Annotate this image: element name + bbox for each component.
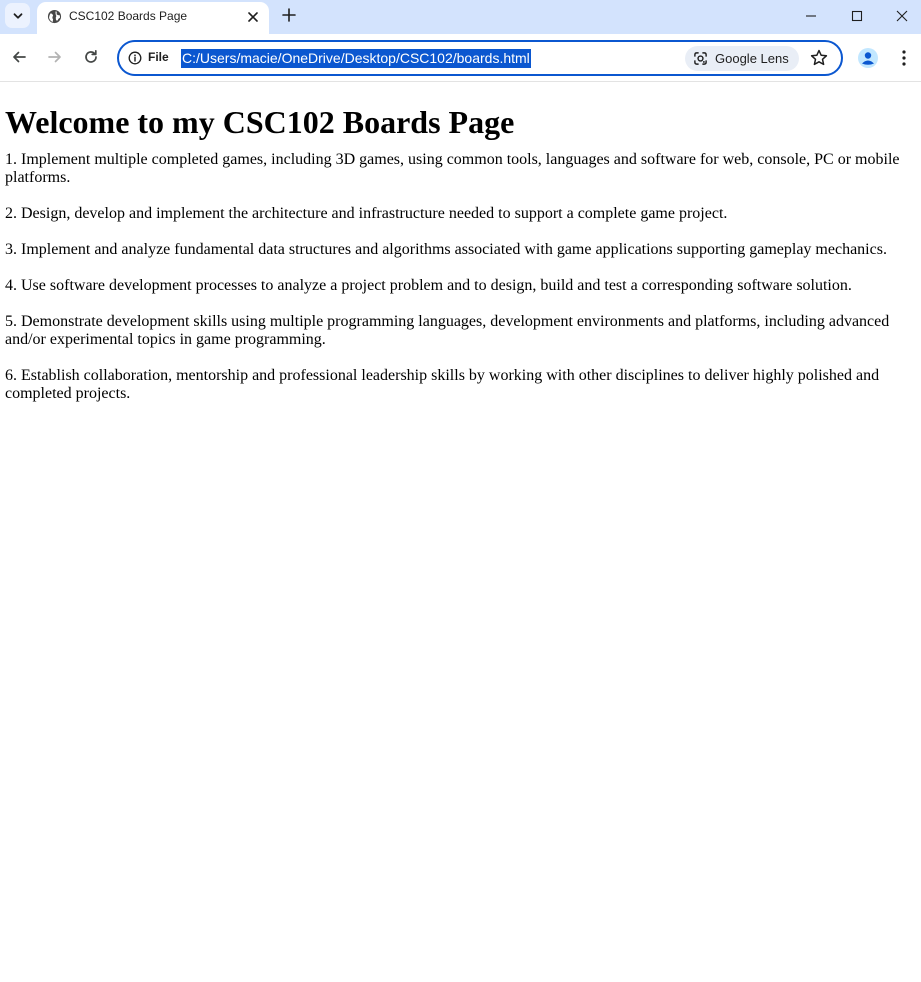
objective-item-1: 1. Implement multiple completed games, i… [5,151,900,186]
toolbar: File C:/Users/macie/OneDrive/Desktop/CSC… [0,34,921,82]
close-icon[interactable] [245,9,261,25]
google-lens-label: Google Lens [715,51,789,66]
maximize-icon [851,10,863,22]
address-bar[interactable]: File C:/Users/macie/OneDrive/Desktop/CSC… [117,40,843,76]
kebab-menu-icon[interactable] [894,47,914,69]
scheme-label: File [148,50,169,64]
window-close-icon [896,10,908,22]
page-heading: Welcome to my CSC102 Boards Page [5,104,515,140]
globe-icon [47,9,62,24]
forward-button[interactable] [44,46,66,68]
lens-icon [694,52,707,65]
forward-arrow-icon [48,51,61,63]
profile-icon[interactable] [857,47,879,69]
back-arrow-icon [13,51,26,63]
reload-button[interactable] [80,46,102,68]
objective-item-5: 5. Demonstrate development skills using … [5,313,890,348]
plus-icon[interactable] [280,6,298,24]
back-button[interactable] [8,46,30,68]
chevron-down-icon [13,12,22,19]
window-close-button[interactable] [879,0,921,32]
tab-strip: CSC102 Boards Page [0,0,921,34]
objective-item-4: 4. Use software development processes to… [5,277,852,294]
star-icon[interactable] [809,48,829,68]
info-icon[interactable] [128,51,142,65]
google-lens-button[interactable]: Google Lens [685,46,799,71]
objective-item-3: 3. Implement and analyze fundamental dat… [5,241,887,258]
objective-item-2: 2. Design, develop and implement the arc… [5,205,728,222]
maximize-button[interactable] [834,0,880,32]
minimize-button[interactable] [788,0,834,32]
minimize-icon [806,15,816,17]
tab-search-button[interactable] [5,3,30,28]
active-tab[interactable]: CSC102 Boards Page [37,2,269,34]
reload-icon [85,49,97,63]
url-text[interactable]: C:/Users/macie/OneDrive/Desktop/CSC102/b… [181,49,531,68]
objective-item-6: 6. Establish collaboration, mentorship a… [5,367,880,402]
tab-title: CSC102 Boards Page [69,9,188,23]
page-content: Welcome to my CSC102 Boards Page 1. Impl… [5,82,917,403]
